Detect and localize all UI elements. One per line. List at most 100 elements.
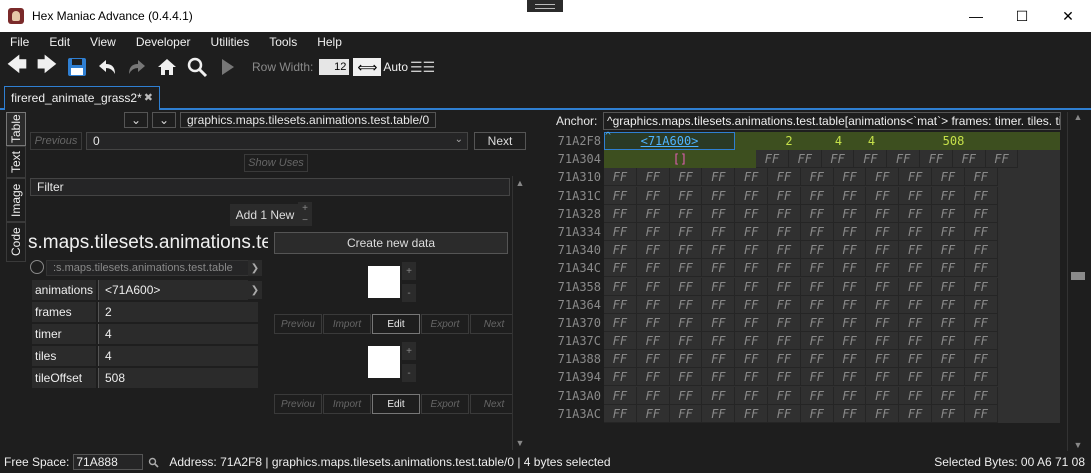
hex-byte[interactable]: FF bbox=[899, 386, 932, 405]
zoom-in-icon[interactable]: + bbox=[402, 262, 416, 280]
menu-edit[interactable]: Edit bbox=[39, 35, 80, 49]
hex-byte[interactable]: FF bbox=[800, 295, 834, 314]
hex-byte[interactable]: FF bbox=[767, 259, 801, 278]
hex-byte[interactable]: FF bbox=[964, 313, 998, 332]
hex-byte[interactable]: FF bbox=[800, 241, 834, 260]
hex-byte[interactable]: FF bbox=[931, 186, 965, 205]
image-export-button[interactable]: Export bbox=[421, 394, 469, 414]
hex-byte[interactable]: FF bbox=[735, 168, 768, 187]
hex-byte[interactable]: FF bbox=[866, 277, 900, 296]
zoom-in-icon[interactable]: + bbox=[402, 342, 416, 360]
image-edit-button[interactable]: Edit bbox=[372, 394, 420, 414]
hex-byte[interactable]: FF bbox=[899, 277, 932, 296]
hex-byte[interactable]: FF bbox=[866, 368, 900, 387]
hex-byte[interactable]: FF bbox=[702, 404, 736, 423]
image-export-button[interactable]: Export bbox=[421, 314, 469, 334]
hex-byte[interactable]: FF bbox=[636, 368, 670, 387]
maximize-button[interactable]: ☐ bbox=[999, 0, 1045, 32]
show-uses-button[interactable]: Show Uses bbox=[244, 154, 308, 172]
hex-byte[interactable]: FF bbox=[669, 241, 703, 260]
collapse-chevron-icon[interactable]: ⌄ bbox=[124, 112, 148, 128]
hex-byte[interactable]: FF bbox=[735, 295, 768, 314]
hex-byte[interactable]: FF bbox=[931, 368, 965, 387]
hex-byte[interactable]: FF bbox=[604, 241, 637, 260]
struct-field-tileoffset[interactable]: 508 bbox=[888, 132, 1019, 150]
hex-byte[interactable]: FF bbox=[756, 150, 789, 169]
hex-byte[interactable]: FF bbox=[833, 295, 867, 314]
hex-byte[interactable]: FF bbox=[931, 277, 965, 296]
hex-byte[interactable]: FF bbox=[931, 350, 965, 369]
hex-byte[interactable]: FF bbox=[931, 386, 965, 405]
hex-byte[interactable]: FF bbox=[899, 350, 932, 369]
image-previous-button[interactable]: Previou bbox=[274, 394, 322, 414]
hex-byte[interactable]: FF bbox=[800, 168, 834, 187]
hex-byte[interactable]: FF bbox=[800, 368, 834, 387]
hex-byte[interactable]: FF bbox=[866, 204, 900, 223]
hex-byte[interactable]: FF bbox=[833, 404, 867, 423]
hex-byte[interactable]: FF bbox=[800, 204, 834, 223]
hex-byte[interactable]: FF bbox=[833, 241, 867, 260]
hex-byte[interactable]: FF bbox=[833, 368, 867, 387]
hex-byte[interactable]: FF bbox=[604, 222, 637, 241]
hex-byte[interactable]: FF bbox=[833, 277, 867, 296]
add-plus-icon[interactable]: + bbox=[298, 202, 312, 214]
zoom-out-icon[interactable]: - bbox=[402, 284, 416, 302]
hex-byte[interactable]: FF bbox=[669, 404, 703, 423]
hex-byte[interactable]: FF bbox=[604, 350, 637, 369]
image-previous-button[interactable]: Previou bbox=[274, 314, 322, 334]
hex-scrollbar[interactable]: ▲ ▼ bbox=[1067, 112, 1087, 452]
hex-byte[interactable]: FF bbox=[964, 186, 998, 205]
add-minus-icon[interactable]: − bbox=[298, 214, 312, 226]
hex-byte[interactable]: FF bbox=[800, 277, 834, 296]
horizontal-resize-icon[interactable]: ⟺ bbox=[353, 58, 382, 76]
expand-chevron-icon[interactable]: ⌄ bbox=[152, 112, 176, 128]
goto-arrow-icon[interactable]: ❯ bbox=[248, 281, 262, 299]
hex-byte[interactable]: FF bbox=[767, 222, 801, 241]
save-icon[interactable] bbox=[64, 54, 90, 80]
hex-byte[interactable]: FF bbox=[964, 277, 998, 296]
drag-grip-icon[interactable] bbox=[527, 0, 563, 12]
free-space-input[interactable]: 71A888 bbox=[73, 454, 144, 470]
side-tab-code[interactable]: Code bbox=[6, 222, 26, 262]
hex-byte[interactable]: FF bbox=[821, 150, 855, 169]
side-tab-table[interactable]: Table bbox=[6, 112, 26, 146]
hex-byte[interactable]: FF bbox=[899, 332, 932, 351]
hex-byte[interactable]: FF bbox=[735, 186, 768, 205]
hex-byte[interactable]: FF bbox=[735, 386, 768, 405]
hex-byte[interactable]: FF bbox=[833, 350, 867, 369]
hex-byte[interactable]: FF bbox=[866, 186, 900, 205]
hex-byte[interactable]: FF bbox=[964, 368, 998, 387]
menu-tools[interactable]: Tools bbox=[259, 35, 307, 49]
hex-byte[interactable]: FF bbox=[702, 259, 736, 278]
anchor-input[interactable]: ^graphics.maps.tilesets.animations.test.… bbox=[603, 112, 1061, 130]
radio-icon[interactable] bbox=[30, 260, 44, 274]
hex-byte[interactable]: FF bbox=[833, 332, 867, 351]
hex-byte[interactable]: FF bbox=[964, 332, 998, 351]
hex-byte[interactable]: FF bbox=[887, 150, 920, 169]
hex-byte[interactable]: FF bbox=[669, 368, 703, 387]
previous-button[interactable]: Previous bbox=[30, 132, 82, 150]
hex-byte[interactable]: FF bbox=[767, 168, 801, 187]
hex-byte[interactable]: FF bbox=[702, 332, 736, 351]
scroll-down-icon[interactable]: ▼ bbox=[513, 436, 527, 450]
hex-byte[interactable]: FF bbox=[899, 404, 932, 423]
hex-byte[interactable]: FF bbox=[735, 332, 768, 351]
filter-field[interactable]: Filter bbox=[30, 178, 510, 196]
hex-byte[interactable]: FF bbox=[833, 313, 867, 332]
hex-byte[interactable]: FF bbox=[702, 186, 736, 205]
hex-byte[interactable]: FF bbox=[800, 404, 834, 423]
hex-byte[interactable]: FF bbox=[866, 259, 900, 278]
hex-byte[interactable]: FF bbox=[767, 404, 801, 423]
hex-byte[interactable]: FF bbox=[800, 259, 834, 278]
scroll-up-icon[interactable]: ▲ bbox=[1068, 112, 1088, 124]
hex-byte[interactable]: FF bbox=[899, 186, 932, 205]
hex-byte[interactable]: FF bbox=[833, 259, 867, 278]
hex-byte[interactable]: FF bbox=[735, 204, 768, 223]
table-scrollbar[interactable]: ▲ ▼ bbox=[512, 176, 526, 450]
hex-byte[interactable]: FF bbox=[702, 368, 736, 387]
hex-byte[interactable]: FF bbox=[669, 295, 703, 314]
hex-byte[interactable]: FF bbox=[964, 350, 998, 369]
hex-byte[interactable]: FF bbox=[636, 241, 670, 260]
field-value-tileoffset[interactable]: 508 bbox=[98, 368, 258, 388]
hex-byte[interactable]: FF bbox=[604, 259, 637, 278]
